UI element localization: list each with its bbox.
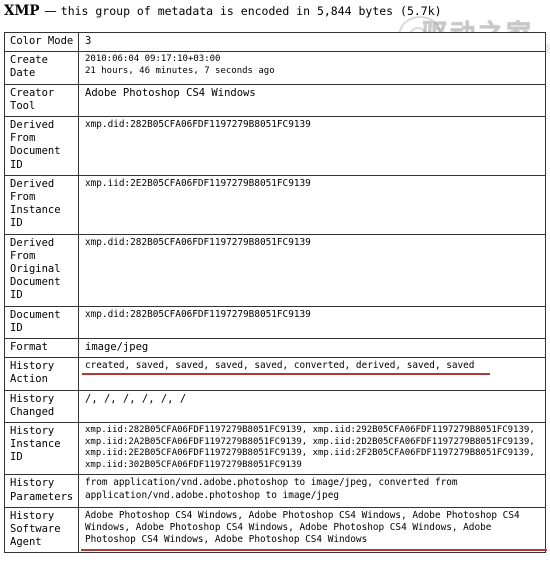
metadata-value: Adobe Photoshop CS4 Windows, Adobe Photo… xyxy=(78,506,548,554)
metadata-table: Color Mode 3 Create Date 2010:06:04 09:17:1… xyxy=(4,31,548,554)
table-row: Creator Tool Adobe Photoshop CS4 Windows xyxy=(4,83,546,118)
metadata-key: Derived From Original Document ID xyxy=(4,233,79,307)
table-row: Derived From Document ID xmp.did:282B05CF… xyxy=(4,116,546,176)
metadata-table-body: Color Mode 3 Create Date 2010:06:04 09:17:1… xyxy=(4,31,548,554)
table-row: Derived From Original Document ID xmp.did… xyxy=(4,233,546,307)
table-row: Create Date 2010:06:04 09:17:10+03:00 21 … xyxy=(4,51,546,85)
group-name: XMP xyxy=(4,3,45,19)
metadata-value: created, saved, saved, saved, saved, con… xyxy=(78,357,546,391)
metadata-key: History Action xyxy=(4,357,79,391)
metadata-key: Document ID xyxy=(4,305,79,340)
table-row: Format image/jpeg xyxy=(4,338,546,359)
metadata-key: History Parameters xyxy=(4,474,79,508)
table-row: History Instance ID xmp.iid:282B05CFA06FD… xyxy=(4,422,546,476)
group-description: this group of metadata is encoded in 5,8… xyxy=(60,4,442,18)
metadata-key: History Changed xyxy=(4,389,79,424)
table-row: Color Mode 3 xyxy=(4,31,546,53)
metadata-value: /, /, /, /, /, / xyxy=(78,389,546,424)
metadata-key: History Instance ID xyxy=(4,422,79,476)
table-row: History Action created, saved, saved, sav… xyxy=(4,357,546,391)
metadata-value: 3 xyxy=(78,31,546,53)
metadata-key: History Software Agent xyxy=(4,506,79,554)
table-row: History Parameters from application/vnd.a… xyxy=(4,474,546,508)
metadata-value: Adobe Photoshop CS4 Windows xyxy=(78,83,546,118)
title-dash: — xyxy=(44,3,61,18)
metadata-value: from application/vnd.adobe.photoshop to … xyxy=(78,474,546,508)
metadata-key: Derived From Instance ID xyxy=(4,174,79,235)
metadata-key: Color Mode xyxy=(4,31,79,53)
metadata-key: Derived From Document ID xyxy=(4,116,79,176)
metadata-value: xmp.iid:2E2B05CFA06FDF1197279B8051FC9139 xyxy=(78,174,546,235)
table-row: Derived From Instance ID xmp.iid:2E2B05CF… xyxy=(4,174,546,235)
table-row: History Software Agent Adobe Photoshop CS… xyxy=(4,506,548,554)
metadata-key: Create Date xyxy=(4,51,79,85)
group-title: XMP — this group of metadata is encoded … xyxy=(4,3,442,19)
metadata-value: 2010:06:04 09:17:10+03:00 21 hours, 46 m… xyxy=(78,51,546,85)
metadata-value: xmp.did:282B05CFA06FDF1197279B8051FC9139 xyxy=(78,116,546,176)
metadata-value: xmp.did:282B05CFA06FDF1197279B8051FC9139 xyxy=(78,305,546,340)
table-row: History Changed/, /, /, /, /, / xyxy=(4,389,546,424)
metadata-key: Creator Tool xyxy=(4,83,79,118)
metadata-value: xmp.did:282B05CFA06FDF1197279B8051FC9139 xyxy=(78,233,546,307)
metadata-value: image/jpeg xyxy=(78,338,546,359)
metadata-key: Format xyxy=(4,338,79,359)
table-row: Document ID xmp.did:282B05CFA06FDF1197279… xyxy=(4,305,546,340)
metadata-value: xmp.iid:282B05CFA06FDF1197279B8051FC9139… xyxy=(78,422,546,476)
